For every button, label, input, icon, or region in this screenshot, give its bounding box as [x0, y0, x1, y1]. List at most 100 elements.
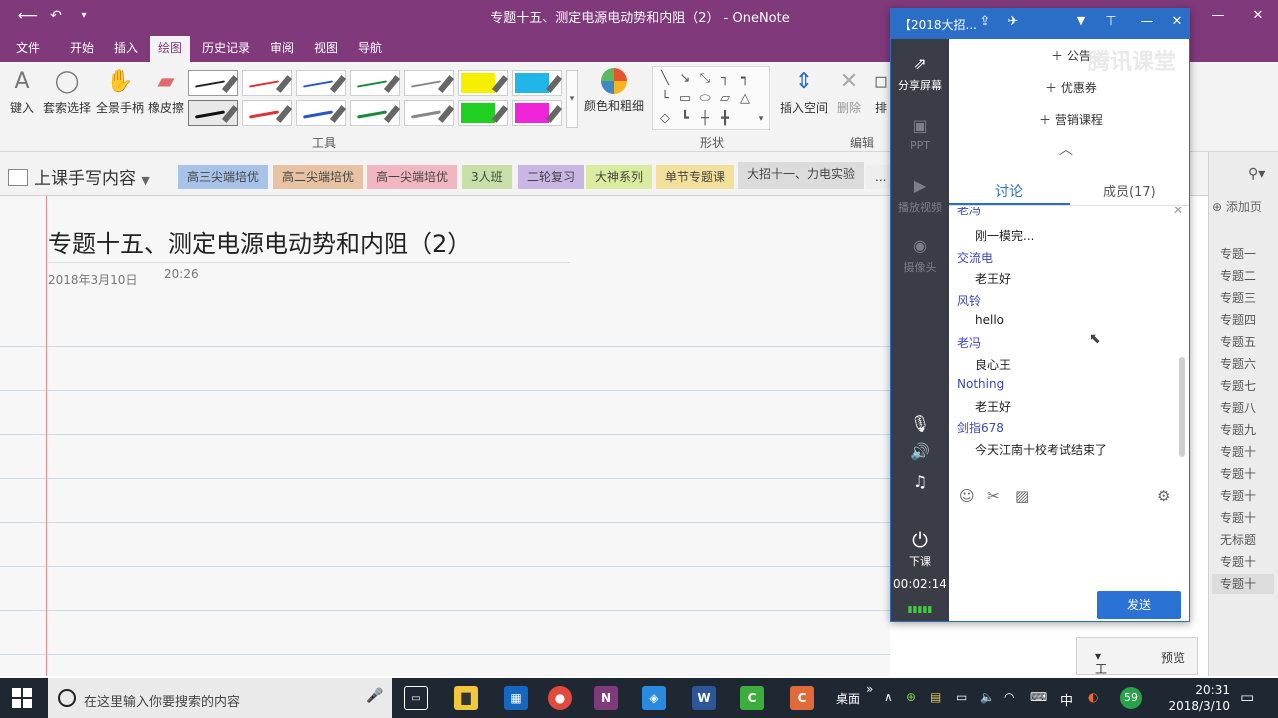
chat-list[interactable]: 老冯 刚一模完... 交流电 老王好 风铃 hello 老冯 良心王 Nothi… — [949, 207, 1189, 469]
page-list-item[interactable]: 专题二 — [1212, 266, 1274, 286]
page-list-item[interactable]: 专题十 — [1212, 508, 1274, 528]
tencent-classroom-icon[interactable]: ◈ — [642, 686, 666, 710]
section-tab[interactable]: 高二尖端培优 — [273, 165, 364, 189]
send-button[interactable]: 发送 — [1097, 591, 1181, 619]
scissors-icon[interactable]: ✂ — [987, 487, 1000, 505]
page-list-item[interactable]: 专题六 — [1212, 354, 1274, 374]
settings-gear-icon[interactable]: ⚙ — [1157, 487, 1170, 505]
tab-home[interactable]: 开始 — [62, 36, 102, 62]
panning-hand-button[interactable]: ✋ 全景手柄 — [94, 68, 146, 116]
parallelogram-shape-icon[interactable]: ▱ — [717, 91, 733, 107]
pen-gray-thin[interactable] — [404, 70, 455, 96]
page-canvas[interactable]: 专题十五、测定电源电动势和内阻（2） 2018年3月10日 20:26 — [0, 196, 890, 676]
file-explorer-icon[interactable]: ▇ — [454, 686, 478, 710]
page-list-item[interactable]: 专题五 — [1212, 332, 1274, 352]
page-list-item[interactable]: 专题三 — [1212, 288, 1274, 308]
undo-icon[interactable]: ↶ — [46, 6, 66, 26]
section-tab[interactable]: 高一尖端培优 — [367, 165, 458, 189]
double-arrow-shape-icon[interactable]: ⤡ — [697, 71, 713, 87]
chat-scrollbar[interactable] — [1179, 357, 1185, 457]
delete-button[interactable]: ✕ 删除 — [834, 68, 864, 116]
airplane-icon[interactable]: ✈ — [1003, 14, 1023, 29]
page-list-item[interactable]: 专题九 — [1212, 420, 1274, 440]
windows-start-icon[interactable] — [12, 688, 32, 708]
tab-navigation[interactable]: 导航 — [350, 36, 390, 62]
rectangle-shape-icon[interactable]: ▭ — [677, 91, 693, 107]
page-list-item[interactable]: 专题十 — [1212, 442, 1274, 462]
tab-insert[interactable]: 插入 — [106, 36, 146, 62]
page-list-item[interactable]: 无标题 — [1212, 530, 1274, 550]
customize-qat-icon[interactable]: ▾ — [74, 6, 94, 26]
page-list-item[interactable]: 专题八 — [1212, 398, 1274, 418]
insert-space-button[interactable]: ⇕ 插入空间 — [776, 68, 832, 116]
pen-red-thin[interactable] — [242, 70, 293, 96]
tab-discussion[interactable]: 讨论 — [995, 181, 1023, 201]
pen-green-thick[interactable] — [350, 100, 401, 126]
collapse-chevron-icon[interactable]: ︿ — [1059, 139, 1073, 159]
line-shape-icon[interactable]: ╲ — [657, 71, 673, 87]
tray-plus-icon[interactable]: ⊕ — [906, 690, 916, 704]
announcement-button[interactable]: ＋ 公告 — [1051, 47, 1091, 64]
search-icon[interactable]: ⚲▾ — [1248, 166, 1265, 182]
tab-history[interactable]: 历史记录 — [194, 36, 258, 62]
tray-folder-icon[interactable]: ▤ — [930, 690, 941, 704]
page-list-item[interactable]: 专题四 — [1212, 310, 1274, 330]
arrange-button[interactable]: ▫ 排 — [872, 68, 890, 116]
section-tab[interactable]: 高三尖端培优 — [178, 165, 269, 189]
camera-button[interactable]: ◉ 摄像头 — [891, 235, 949, 275]
highlighter-cyan[interactable] — [512, 70, 563, 96]
mic-button[interactable]: 🎙 — [891, 413, 949, 437]
elbow-arrow-shape-icon[interactable]: ┑ — [737, 71, 753, 87]
axis-2-shape-icon[interactable]: ┼ — [697, 111, 713, 127]
ppt-button[interactable]: ▣ PPT — [891, 115, 949, 152]
pen-green-thin[interactable] — [350, 70, 401, 96]
play-video-button[interactable]: ▶ 播放视频 — [891, 175, 949, 215]
emoji-icon[interactable]: ☺ — [959, 487, 975, 505]
page-list-item[interactable]: 专题一 — [1212, 244, 1274, 264]
tray-app-icon[interactable]: ◐ — [1088, 690, 1098, 704]
store-icon[interactable]: ▦ — [504, 686, 528, 710]
section-tab[interactable]: 大神系列 — [586, 165, 653, 189]
tray-badge[interactable]: 59 — [1120, 687, 1142, 709]
camtasia-icon[interactable]: C — [740, 686, 764, 710]
shapes-more-icon[interactable]: ▾ — [753, 111, 769, 127]
share-icon[interactable]: ⇪ — [975, 14, 995, 29]
section-tab[interactable]: 单节专题课 — [656, 165, 735, 189]
section-tab[interactable]: 3人班 — [462, 165, 512, 189]
toolbar-chevron-icon[interactable]: » — [866, 682, 873, 696]
tray-chevron-icon[interactable]: ∧ — [884, 690, 893, 704]
section-tab-active[interactable]: 大招十一、力电实验 — [738, 162, 865, 189]
taskbar-search-box[interactable]: 在这里输入你要搜索的内容 🎤 — [48, 678, 392, 718]
pin-icon[interactable]: ⊤ — [1101, 14, 1121, 29]
eraser-button[interactable]: ▰ 橡皮擦 — [146, 68, 186, 116]
recorder-icon[interactable]: C — [790, 686, 814, 710]
axis-shape-icon[interactable]: ┗ — [677, 111, 693, 127]
tab-members[interactable]: 成员(17) — [1103, 181, 1156, 200]
close-icon[interactable]: ✕ — [1167, 14, 1187, 29]
chat-input[interactable] — [949, 511, 1189, 587]
page-list-item[interactable]: 专题十 — [1212, 574, 1274, 594]
arrow-shape-icon[interactable]: ↘ — [677, 71, 693, 87]
page-list-item[interactable]: 专题十 — [1212, 464, 1274, 484]
volume-icon[interactable]: 🔈 — [980, 690, 995, 704]
marketing-course-button[interactable]: ＋ 营销课程 — [1039, 111, 1103, 128]
task-view-icon[interactable]: ▭ — [404, 686, 428, 710]
notebook-picker[interactable]: 上课手写内容 ▼ — [8, 164, 150, 189]
taskbar-clock[interactable]: 20:31 2018/3/10 — [1150, 682, 1230, 714]
axis-3-shape-icon[interactable]: ╋ — [717, 111, 733, 127]
coupon-button[interactable]: ＋ 优惠券 — [1045, 79, 1097, 96]
image-icon[interactable]: ▨ — [1015, 487, 1029, 505]
page-list-item[interactable]: 专题十 — [1212, 486, 1274, 506]
type-button[interactable]: A 键入 — [6, 68, 38, 116]
dropdown-icon[interactable]: ▼ — [1071, 14, 1091, 27]
page-title[interactable]: 专题十五、测定电源电动势和内阻（2） — [48, 224, 471, 259]
ime-indicator[interactable]: 中 — [1060, 690, 1073, 709]
pen-gallery-more-icon[interactable]: ▾ — [566, 70, 578, 128]
diamond-shape-icon[interactable]: ◇ — [657, 111, 673, 127]
tray-display-icon[interactable]: ▭ — [956, 690, 967, 704]
preview-button[interactable]: 预览 — [1161, 649, 1185, 666]
pen-black-thick[interactable] — [188, 100, 239, 126]
tab-file[interactable]: 文件 — [8, 36, 48, 62]
minimize-icon[interactable]: — — [1137, 14, 1157, 29]
music-button[interactable]: ♫ — [891, 471, 949, 495]
